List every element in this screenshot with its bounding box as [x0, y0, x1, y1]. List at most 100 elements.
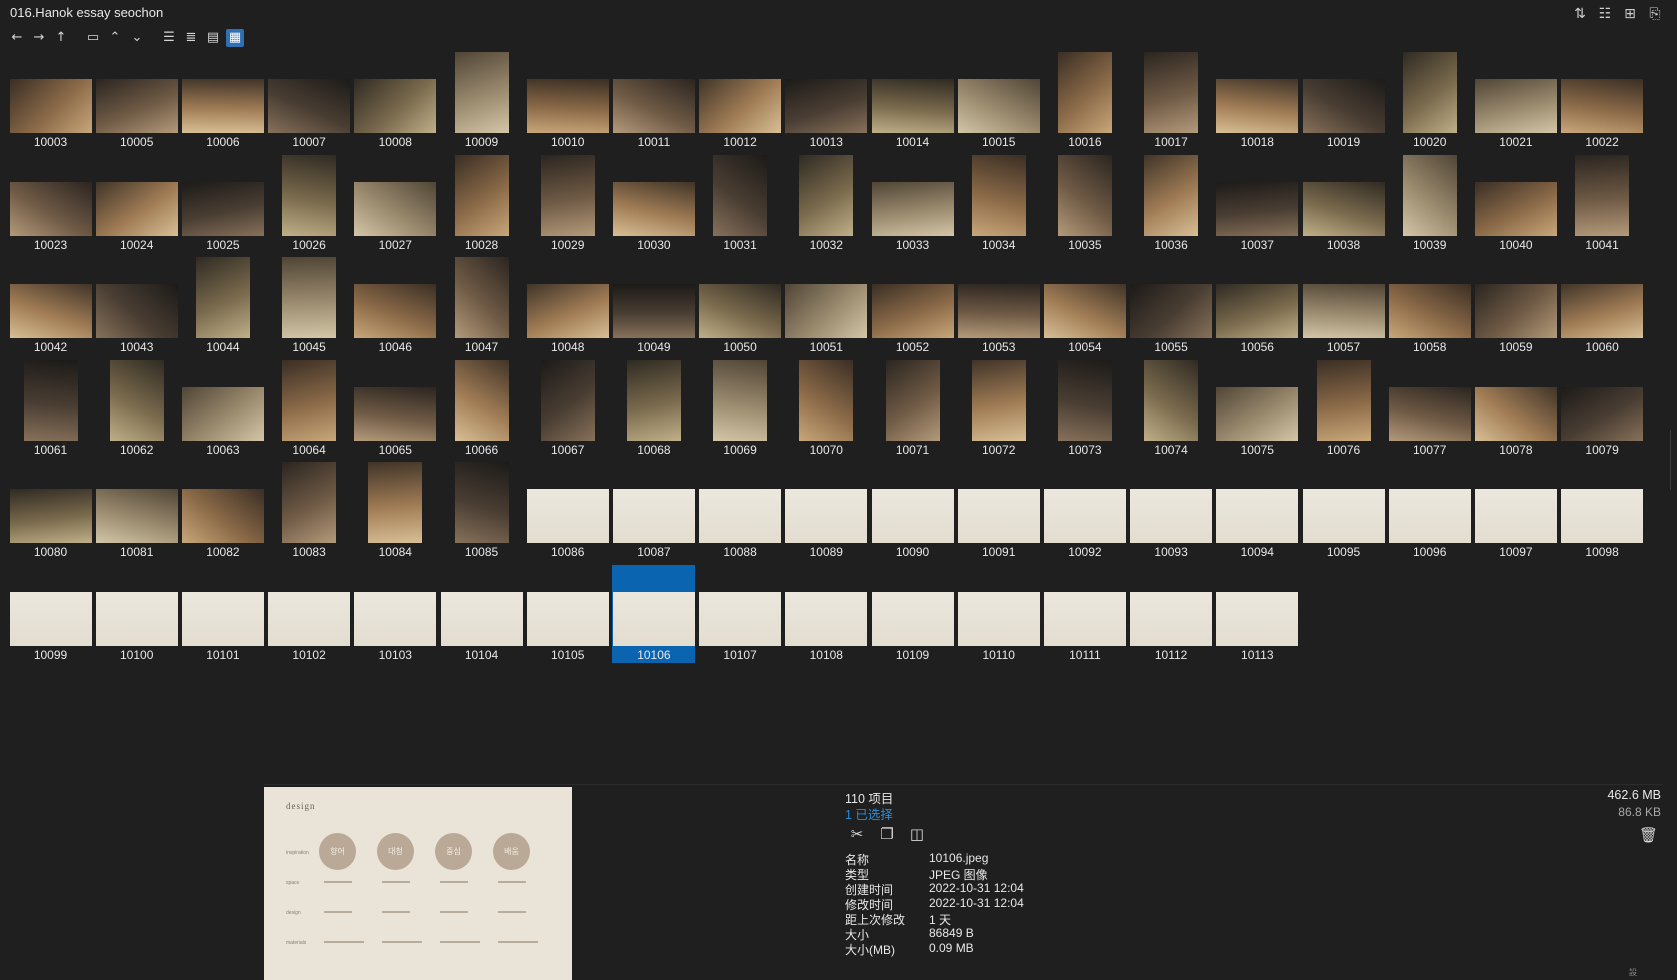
- file-item[interactable]: 10017: [1130, 52, 1213, 150]
- file-item[interactable]: 10038: [1302, 155, 1385, 253]
- file-item[interactable]: 10045: [268, 257, 351, 355]
- file-item[interactable]: 10023: [9, 155, 92, 253]
- file-item[interactable]: 10089: [785, 462, 868, 560]
- file-item[interactable]: 10034: [957, 154, 1040, 253]
- file-item[interactable]: 10071: [871, 359, 954, 458]
- file-item[interactable]: 10033: [871, 155, 954, 253]
- file-item[interactable]: 10032: [785, 154, 868, 253]
- file-item[interactable]: 10008: [354, 52, 437, 150]
- delete-button[interactable]: 🗑: [1639, 826, 1658, 844]
- file-item[interactable]: 10020: [1388, 52, 1471, 150]
- file-item[interactable]: 10076: [1302, 359, 1385, 458]
- file-item[interactable]: 10028: [440, 154, 523, 253]
- file-item[interactable]: 10097: [1474, 462, 1557, 560]
- file-item[interactable]: 10088: [699, 462, 782, 560]
- file-item[interactable]: 10021: [1474, 52, 1557, 150]
- file-item[interactable]: 10104: [440, 565, 523, 663]
- file-item[interactable]: 10108: [785, 565, 868, 663]
- view-tiles-button[interactable]: ▤: [204, 29, 222, 47]
- file-item[interactable]: 10029: [526, 154, 609, 253]
- file-item[interactable]: 10013: [785, 52, 868, 150]
- file-item[interactable]: 10070: [785, 359, 868, 458]
- collapse-button[interactable]: ⌃: [106, 29, 124, 47]
- file-item[interactable]: 10113: [1216, 565, 1299, 663]
- file-item[interactable]: 10055: [1130, 257, 1213, 355]
- file-item[interactable]: 10036: [1130, 154, 1213, 253]
- back-button[interactable]: ←: [8, 29, 26, 47]
- file-item[interactable]: 10005: [95, 52, 178, 150]
- file-item[interactable]: 10018: [1216, 52, 1299, 150]
- file-item[interactable]: 10016: [1043, 52, 1126, 150]
- view-details-button[interactable]: ≣: [182, 29, 200, 47]
- file-item[interactable]: 10064: [268, 359, 351, 458]
- file-item[interactable]: 10069: [699, 359, 782, 458]
- copy-button[interactable]: ❐: [878, 825, 896, 843]
- expand-button[interactable]: ⌄: [128, 29, 146, 47]
- file-item[interactable]: 10080: [9, 462, 92, 560]
- file-item[interactable]: 10048: [526, 257, 609, 355]
- file-item[interactable]: 10041: [1561, 154, 1644, 253]
- file-item[interactable]: 10012: [699, 52, 782, 150]
- file-item[interactable]: 10054: [1043, 257, 1126, 355]
- file-item[interactable]: 10081: [95, 462, 178, 560]
- file-item[interactable]: 10107: [699, 565, 782, 663]
- file-item[interactable]: 10040: [1474, 155, 1557, 253]
- file-item[interactable]: 10052: [871, 257, 954, 355]
- file-item[interactable]: 10093: [1130, 462, 1213, 560]
- file-item[interactable]: 10068: [612, 359, 695, 458]
- file-item[interactable]: 10066: [440, 359, 523, 458]
- file-item[interactable]: 10024: [95, 155, 178, 253]
- file-item[interactable]: 10060: [1561, 257, 1644, 355]
- file-item[interactable]: 10059: [1474, 257, 1557, 355]
- file-item[interactable]: 10015: [957, 52, 1040, 150]
- file-item[interactable]: 10087: [612, 462, 695, 560]
- add-pane-button[interactable]: ⊞: [1622, 6, 1638, 22]
- file-item[interactable]: 10096: [1388, 462, 1471, 560]
- file-item[interactable]: 10075: [1216, 360, 1299, 458]
- file-item[interactable]: 10042: [9, 257, 92, 355]
- file-item[interactable]: 10072: [957, 359, 1040, 458]
- file-item[interactable]: 10043: [95, 257, 178, 355]
- file-item[interactable]: 10099: [9, 565, 92, 663]
- file-item[interactable]: 10102: [268, 565, 351, 663]
- file-item[interactable]: 10078: [1474, 360, 1557, 458]
- file-item[interactable]: 10095: [1302, 462, 1385, 560]
- file-item[interactable]: 10046: [354, 257, 437, 355]
- file-item[interactable]: 10083: [268, 462, 351, 560]
- file-item[interactable]: 10111: [1043, 565, 1126, 663]
- file-item[interactable]: 10079: [1561, 360, 1644, 458]
- file-item[interactable]: 10003: [9, 52, 92, 150]
- file-item[interactable]: 10105: [526, 565, 609, 663]
- sort-button[interactable]: ⇅: [1572, 6, 1588, 22]
- file-item[interactable]: 10074: [1130, 359, 1213, 458]
- file-item[interactable]: 10077: [1388, 360, 1471, 458]
- file-item[interactable]: 10026: [268, 154, 351, 253]
- file-item[interactable]: 10082: [181, 462, 264, 560]
- file-item[interactable]: 10092: [1043, 462, 1126, 560]
- file-item[interactable]: 10050: [699, 257, 782, 355]
- file-item[interactable]: 10067: [526, 359, 609, 458]
- tree-view-button[interactable]: ☷: [1597, 6, 1613, 22]
- file-item[interactable]: 10110: [957, 565, 1040, 663]
- view-thumbnails-button[interactable]: ▦: [226, 29, 244, 47]
- file-item[interactable]: 10056: [1216, 257, 1299, 355]
- file-item[interactable]: 10098: [1561, 462, 1644, 560]
- move-button[interactable]: ◫: [908, 825, 926, 843]
- file-item[interactable]: 10030: [612, 155, 695, 253]
- file-item[interactable]: 10062: [95, 359, 178, 458]
- file-item[interactable]: 10022: [1561, 52, 1644, 150]
- file-item[interactable]: 10025: [181, 155, 264, 253]
- file-item[interactable]: 10006: [181, 52, 264, 150]
- file-item[interactable]: 10065: [354, 360, 437, 458]
- file-item[interactable]: 10094: [1216, 462, 1299, 560]
- file-item[interactable]: 10051: [785, 257, 868, 355]
- file-item[interactable]: 10058: [1388, 257, 1471, 355]
- file-item[interactable]: 10101: [181, 565, 264, 663]
- file-item[interactable]: 10109: [871, 565, 954, 663]
- file-item[interactable]: 10053: [957, 257, 1040, 355]
- file-item[interactable]: 10044: [181, 257, 264, 355]
- file-item[interactable]: 10084: [354, 462, 437, 560]
- file-item[interactable]: 10014: [871, 52, 954, 150]
- file-item[interactable]: 10047: [440, 257, 523, 355]
- file-item[interactable]: 10031: [699, 154, 782, 253]
